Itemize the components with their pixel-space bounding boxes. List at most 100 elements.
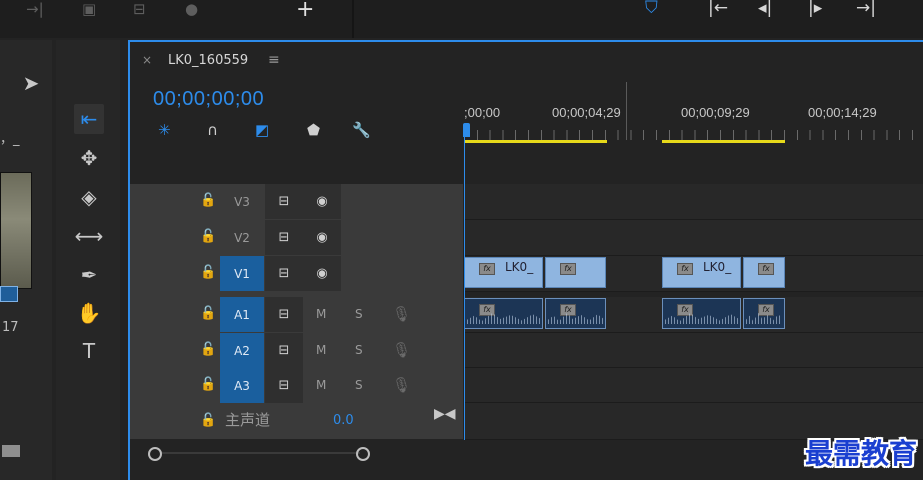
track-label-a1[interactable]: A1 xyxy=(220,297,264,332)
sync-lock-icon[interactable]: ⊟ xyxy=(265,184,303,219)
clip-duration: 17 xyxy=(2,320,19,335)
razor-tool-icon[interactable]: ◈ xyxy=(74,182,104,212)
playhead-handle[interactable] xyxy=(463,123,470,137)
panel-menu-icon[interactable]: ≡ xyxy=(268,52,280,68)
eye-icon[interactable]: ◉ xyxy=(303,220,341,255)
microphone-icon[interactable]: 🎙 xyxy=(392,341,411,359)
sync-lock-icon[interactable]: ⊟ xyxy=(265,368,303,403)
folder-icon[interactable] xyxy=(2,445,20,457)
go-to-end-icon[interactable]: ▶◀ xyxy=(434,406,456,422)
camera-icon[interactable]: ● xyxy=(185,0,198,18)
mute-button[interactable]: M xyxy=(316,307,326,321)
go-to-in-icon[interactable]: |← xyxy=(708,0,728,18)
nest-icon[interactable]: ✳ xyxy=(158,121,171,139)
clip-type-icon xyxy=(0,286,18,302)
video-clip[interactable]: fx LK0_ xyxy=(464,257,543,288)
export-frame-icon[interactable]: →| xyxy=(26,0,44,18)
fx-badge: fx xyxy=(677,263,693,275)
fx-badge: fx xyxy=(479,263,495,275)
lock-icon[interactable]: 🔓 xyxy=(200,413,216,428)
track-label-a2[interactable]: A2 xyxy=(220,333,264,368)
lock-icon[interactable]: 🔓 xyxy=(200,342,216,357)
lock-icon[interactable]: 🔓 xyxy=(200,265,216,280)
go-to-out-icon[interactable]: →| xyxy=(856,0,876,18)
scrollbar-range[interactable] xyxy=(160,452,360,454)
track-lane-a2[interactable] xyxy=(464,333,923,368)
ruler-label: 00;00;04;29 xyxy=(552,105,621,120)
track-label-v3[interactable]: V3 xyxy=(220,184,264,219)
sync-lock-icon[interactable]: ⊟ xyxy=(265,220,303,255)
add-button-icon[interactable]: + xyxy=(296,0,314,22)
lock-icon[interactable]: 🔓 xyxy=(200,229,216,244)
mute-button[interactable]: M xyxy=(316,378,326,392)
microphone-icon[interactable]: 🎙 xyxy=(392,305,411,323)
sequence-tab-title[interactable]: LK0_160559 xyxy=(168,53,248,68)
insert-icon[interactable]: ▣ xyxy=(82,0,96,18)
time-ruler[interactable] xyxy=(464,130,923,140)
step-forward-icon[interactable]: |▸ xyxy=(808,0,822,18)
eye-icon[interactable]: ◉ xyxy=(303,184,341,219)
solo-button[interactable]: S xyxy=(355,378,363,392)
audio-clip[interactable]: fx xyxy=(545,298,606,329)
watermark: 最需教育 xyxy=(804,437,917,470)
overwrite-icon[interactable]: ⊟ xyxy=(133,0,146,18)
solo-button[interactable]: S xyxy=(355,307,363,321)
track-lane-v3[interactable] xyxy=(464,184,923,220)
ripple-edit-tool-icon[interactable]: ✥ xyxy=(74,143,104,173)
sync-lock-icon[interactable]: ⊟ xyxy=(265,297,303,332)
pen-tool-icon[interactable]: ✒ xyxy=(74,260,104,290)
render-bar xyxy=(464,140,607,143)
fx-badge: fx xyxy=(758,263,774,275)
eye-icon[interactable]: ◉ xyxy=(303,256,341,291)
master-volume-value[interactable]: 0.0 xyxy=(333,413,354,428)
video-clip[interactable]: fx LK0_ xyxy=(662,257,741,288)
linked-selection-icon[interactable]: ◩ xyxy=(255,121,269,139)
lock-icon[interactable]: 🔓 xyxy=(200,306,216,321)
timeline-settings-icon[interactable]: 🔧 xyxy=(352,121,371,139)
track-label-a3[interactable]: A3 xyxy=(220,368,264,403)
video-clip[interactable]: fx xyxy=(743,257,785,288)
solo-button[interactable]: S xyxy=(355,343,363,357)
snap-icon[interactable]: ∩ xyxy=(207,121,218,139)
track-label-v2[interactable]: V2 xyxy=(220,220,264,255)
close-tab-icon[interactable]: × xyxy=(142,53,152,67)
ruler-label: 00;00;09;29 xyxy=(681,105,750,120)
waveform xyxy=(665,312,738,324)
ruler-marker-line xyxy=(626,82,627,140)
toolbar-divider xyxy=(352,0,354,38)
ruler-label: ;00;00 xyxy=(464,105,501,120)
ruler-label: 00;00;14;29 xyxy=(808,105,877,120)
track-select-tool-icon[interactable]: ⇤ xyxy=(74,104,104,134)
scroll-handle-left[interactable] xyxy=(148,447,162,461)
master-track-label: 主声道 xyxy=(225,411,271,429)
type-tool-icon[interactable]: T xyxy=(74,336,104,366)
marker-icon[interactable]: ⛉ xyxy=(645,0,658,18)
sync-lock-icon[interactable]: ⊟ xyxy=(265,256,303,291)
selection-tool-icon[interactable]: ➤ xyxy=(16,68,46,98)
track-lane-v2[interactable] xyxy=(464,220,923,256)
audio-clip[interactable]: fx xyxy=(743,298,785,329)
clip-name: LK0_ xyxy=(505,260,534,274)
track-lane-a3[interactable] xyxy=(464,368,923,403)
mute-button[interactable]: M xyxy=(316,343,326,357)
playhead-timecode[interactable]: 00;00;00;00 xyxy=(153,88,264,111)
hand-tool-icon[interactable]: ✋ xyxy=(74,298,104,328)
scroll-handle-right[interactable] xyxy=(356,447,370,461)
lock-icon[interactable]: 🔓 xyxy=(200,377,216,392)
audio-clip[interactable]: fx xyxy=(464,298,543,329)
slip-tool-icon[interactable]: ⟷ xyxy=(74,221,104,251)
waveform xyxy=(467,312,540,324)
clip-name: LK0_ xyxy=(703,260,732,274)
project-text-fragment: ，_ xyxy=(0,132,20,147)
add-marker-icon[interactable]: ⬟ xyxy=(307,121,320,139)
microphone-icon[interactable]: 🎙 xyxy=(392,376,411,394)
audio-clip[interactable]: fx xyxy=(662,298,741,329)
track-label-v1[interactable]: V1 xyxy=(220,256,264,291)
clip-thumbnail[interactable] xyxy=(0,172,32,289)
sync-lock-icon[interactable]: ⊟ xyxy=(265,333,303,368)
fx-badge: fx xyxy=(758,304,774,316)
video-clip[interactable]: fx xyxy=(545,257,606,288)
lock-icon[interactable]: 🔓 xyxy=(200,193,216,208)
step-back-icon[interactable]: ◂| xyxy=(758,0,772,18)
playhead-line xyxy=(464,137,465,445)
